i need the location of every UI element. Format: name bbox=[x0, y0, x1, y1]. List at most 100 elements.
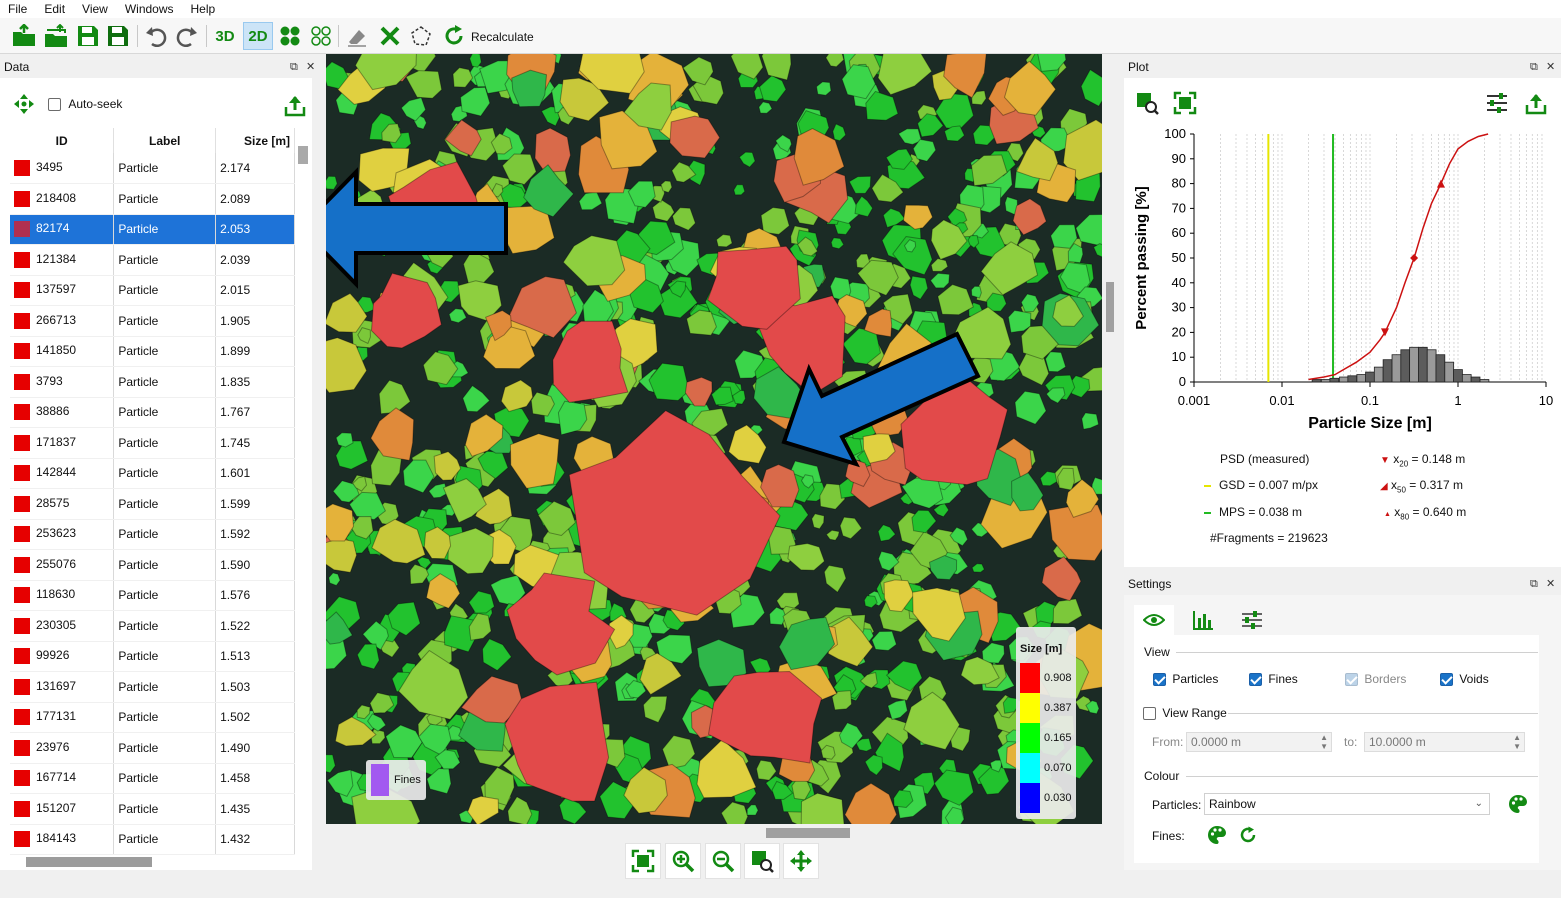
particles-colour-select[interactable]: Rainbow ⌄ bbox=[1204, 793, 1490, 815]
fit-view-button[interactable] bbox=[625, 843, 661, 879]
erase-button[interactable] bbox=[343, 22, 371, 50]
viewer-hscroll-thumb[interactable] bbox=[766, 828, 850, 838]
id-cell[interactable]: 3495 bbox=[10, 153, 115, 184]
id-cell[interactable]: 177131 bbox=[10, 702, 115, 733]
size-cell[interactable]: 1.599 bbox=[215, 488, 295, 520]
menu-help[interactable]: Help bbox=[191, 2, 216, 16]
menu-file[interactable]: File bbox=[8, 2, 27, 16]
id-cell[interactable]: 118630 bbox=[10, 580, 115, 611]
size-cell[interactable]: 2.039 bbox=[215, 244, 295, 276]
size-cell[interactable]: 1.435 bbox=[215, 793, 295, 825]
label-cell[interactable]: Particle bbox=[113, 305, 217, 337]
from-spinbox[interactable]: 0.0000 m ▲ ▼ bbox=[1186, 732, 1332, 752]
label-cell[interactable]: Particle bbox=[113, 702, 217, 733]
save-button[interactable] bbox=[74, 22, 102, 50]
redo-button[interactable] bbox=[173, 22, 201, 50]
label-cell[interactable]: Particle bbox=[113, 275, 217, 306]
table-row[interactable]: 184143 Particle 1.432 bbox=[10, 824, 295, 855]
size-cell[interactable]: 1.590 bbox=[215, 549, 295, 581]
zoom-in-button[interactable] bbox=[665, 843, 701, 879]
id-cell[interactable]: 82174 bbox=[10, 214, 115, 245]
size-cell[interactable]: 2.053 bbox=[215, 214, 295, 245]
label-cell[interactable]: Particle bbox=[113, 366, 217, 398]
label-cell[interactable]: Particle bbox=[113, 519, 217, 550]
menu-windows[interactable]: Windows bbox=[125, 2, 174, 16]
viewer-vscroll-thumb[interactable] bbox=[1106, 282, 1114, 332]
delete-button[interactable] bbox=[376, 22, 404, 50]
plot-fit-button[interactable] bbox=[1170, 88, 1200, 118]
size-cell[interactable]: 1.576 bbox=[215, 580, 295, 611]
plot-export-button[interactable] bbox=[1521, 88, 1551, 118]
label-cell[interactable]: Particle bbox=[113, 641, 217, 672]
table-row[interactable]: 118630 Particle 1.576 bbox=[10, 580, 295, 611]
id-cell[interactable]: 266713 bbox=[10, 305, 115, 337]
table-row[interactable]: 171837 Particle 1.745 bbox=[10, 427, 295, 459]
table-row[interactable]: 142844 Particle 1.601 bbox=[10, 458, 295, 489]
pan-button[interactable] bbox=[783, 843, 819, 879]
size-cell[interactable]: 1.601 bbox=[215, 458, 295, 489]
id-cell[interactable]: 99926 bbox=[10, 641, 115, 672]
table-vertical-scrollbar[interactable] bbox=[296, 128, 310, 858]
tab-view[interactable] bbox=[1134, 605, 1174, 635]
view-range-toggle[interactable]: View Range bbox=[1143, 706, 1227, 721]
id-cell[interactable]: 167714 bbox=[10, 763, 115, 794]
size-cell[interactable]: 1.432 bbox=[215, 824, 295, 855]
table-row[interactable]: 99926 Particle 1.513 bbox=[10, 641, 295, 672]
table-row[interactable]: 28575 Particle 1.599 bbox=[10, 488, 295, 520]
id-cell[interactable]: 253623 bbox=[10, 519, 115, 550]
label-cell[interactable]: Particle bbox=[113, 549, 217, 581]
id-cell[interactable]: 38886 bbox=[10, 397, 115, 428]
zoom-region-button[interactable] bbox=[744, 843, 780, 879]
id-cell[interactable]: 23976 bbox=[10, 732, 115, 764]
size-cell[interactable]: 2.089 bbox=[215, 183, 295, 215]
fines-reset-button[interactable] bbox=[1233, 820, 1263, 850]
menu-view[interactable]: View bbox=[82, 2, 108, 16]
label-cell[interactable]: Particle bbox=[113, 244, 217, 276]
size-cell[interactable]: 1.502 bbox=[215, 702, 295, 733]
size-cell[interactable]: 1.905 bbox=[215, 305, 295, 337]
psd-chart[interactable]: 0 10 20 30 40 50 60 70 80 90 100 0.001 0.01 0.1 1 10 Par… bbox=[1124, 126, 1561, 436]
size-cell[interactable]: 1.458 bbox=[215, 763, 295, 794]
label-cell[interactable]: Particle bbox=[113, 763, 217, 794]
table-row[interactable]: 253623 Particle 1.592 bbox=[10, 519, 295, 550]
size-cell[interactable]: 2.015 bbox=[215, 275, 295, 306]
voids-checkbox[interactable] bbox=[1440, 673, 1453, 687]
label-cell[interactable]: Particle bbox=[113, 488, 217, 520]
label-cell[interactable]: Particle bbox=[113, 336, 217, 367]
open-multiple-button[interactable] bbox=[42, 22, 70, 50]
label-cell[interactable]: Particle bbox=[113, 824, 217, 855]
float-icon[interactable]: ⧉ bbox=[1530, 574, 1538, 594]
tab-plot[interactable] bbox=[1188, 605, 1218, 635]
particles-toggle[interactable]: Particles bbox=[1153, 672, 1218, 687]
label-cell[interactable]: Particle bbox=[113, 793, 217, 825]
view-3d-button[interactable]: 3D bbox=[211, 22, 239, 50]
table-row[interactable]: 121384 Particle 2.039 bbox=[10, 244, 295, 276]
view-2d-button[interactable]: 2D bbox=[243, 22, 273, 50]
viewer-vertical-scrollbar[interactable] bbox=[1103, 54, 1117, 824]
label-cell[interactable]: Particle bbox=[113, 732, 217, 764]
id-cell[interactable]: 28575 bbox=[10, 488, 115, 520]
particles-outline-button[interactable] bbox=[307, 22, 335, 50]
table-row[interactable]: 137597 Particle 2.015 bbox=[10, 275, 295, 306]
hscroll-thumb[interactable] bbox=[26, 857, 152, 867]
id-cell[interactable]: 141850 bbox=[10, 336, 115, 367]
polygon-button[interactable] bbox=[407, 22, 435, 50]
table-row[interactable]: 38886 Particle 1.767 bbox=[10, 397, 295, 428]
size-cell[interactable]: 1.490 bbox=[215, 732, 295, 764]
id-cell[interactable]: 255076 bbox=[10, 549, 115, 581]
seek-button[interactable] bbox=[9, 89, 39, 119]
export-data-button[interactable] bbox=[280, 90, 310, 120]
id-cell[interactable]: 142844 bbox=[10, 458, 115, 489]
label-cell[interactable]: Particle bbox=[113, 427, 217, 459]
id-cell[interactable]: 3793 bbox=[10, 366, 115, 398]
particles-filled-button[interactable] bbox=[276, 22, 304, 50]
table-row[interactable]: 255076 Particle 1.590 bbox=[10, 549, 295, 581]
close-icon[interactable]: ✕ bbox=[1546, 574, 1555, 594]
tab-advanced[interactable] bbox=[1237, 605, 1267, 635]
id-cell[interactable]: 230305 bbox=[10, 610, 115, 642]
zoom-out-button[interactable] bbox=[705, 843, 741, 879]
column-header-label[interactable]: Label bbox=[113, 128, 217, 153]
id-cell[interactable]: 184143 bbox=[10, 824, 115, 855]
fines-checkbox[interactable] bbox=[1249, 673, 1262, 687]
size-cell[interactable]: 2.174 bbox=[215, 153, 295, 184]
